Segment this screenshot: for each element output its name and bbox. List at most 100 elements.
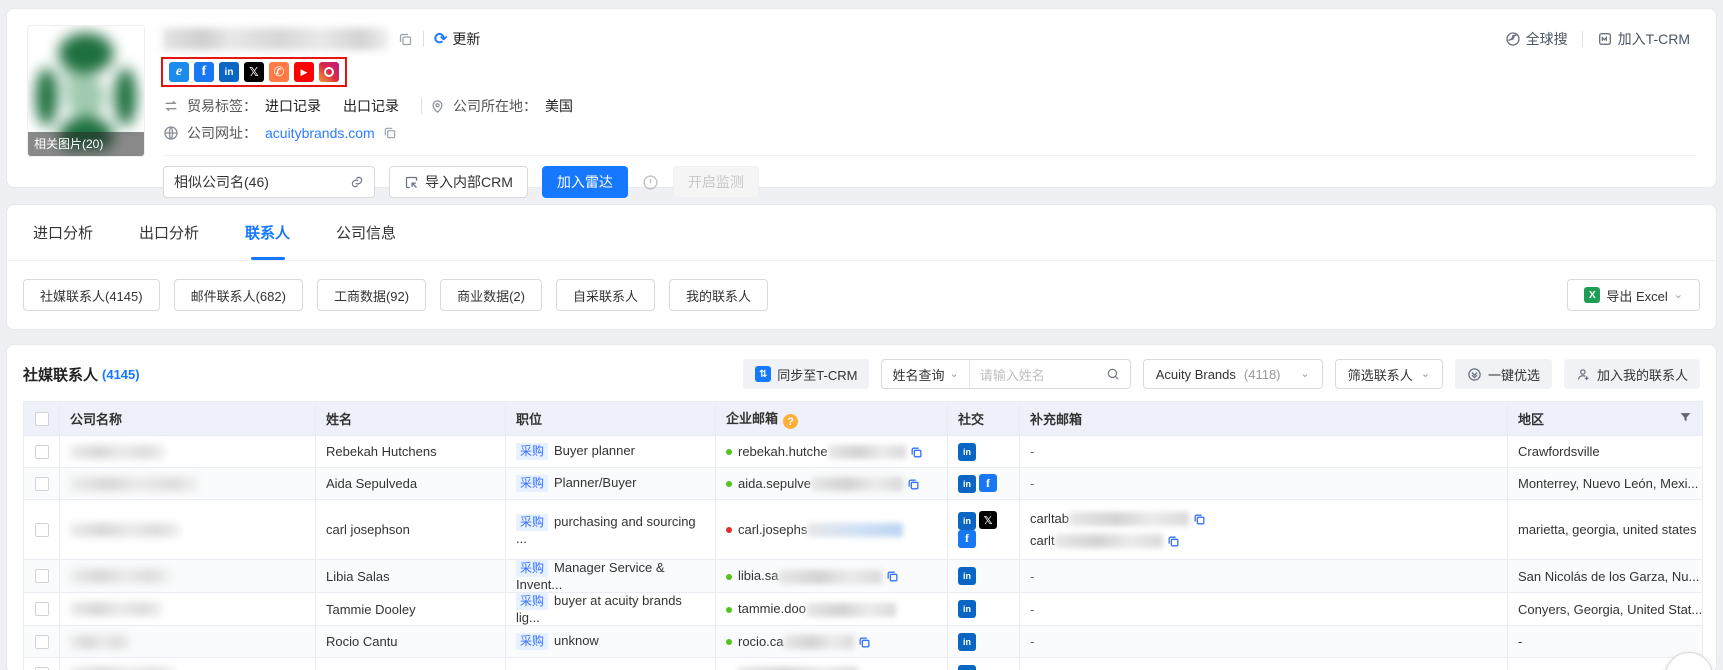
linkedin-icon[interactable]: in: [958, 665, 976, 670]
filter-social-contacts[interactable]: 社媒联系人(4145): [23, 279, 160, 311]
extra-email-prefix: carltab: [1030, 511, 1069, 526]
tab-contacts[interactable]: 联系人: [245, 205, 290, 260]
email-status-dot: [726, 481, 732, 487]
facebook-icon[interactable]: f: [194, 62, 214, 82]
ie-icon[interactable]: e: [169, 62, 189, 82]
tab-export-analysis[interactable]: 出口分析: [139, 205, 199, 260]
table-row[interactable]: Rocio Cantu 采购unknow rocio.ca in - -: [24, 626, 1703, 658]
col-email: 企业邮箱?: [716, 402, 948, 436]
one-click-select-button[interactable]: 一键优选: [1455, 359, 1552, 389]
facebook-icon[interactable]: f: [958, 530, 976, 548]
export-records-link[interactable]: 出口记录: [343, 96, 399, 116]
related-images-label[interactable]: 相关图片(20): [28, 132, 144, 156]
region: marietta, georgia, united states: [1508, 500, 1703, 560]
email-prefix: carl.josephs: [738, 522, 807, 537]
filter-commercial-data[interactable]: 商业数据(2): [440, 279, 542, 311]
row-checkbox[interactable]: [35, 667, 49, 670]
table-row[interactable]: in: [24, 658, 1703, 670]
select-all-checkbox[interactable]: [35, 412, 49, 426]
linkedin-icon[interactable]: in: [958, 443, 976, 461]
row-checkbox[interactable]: [35, 445, 49, 459]
copy-email-icon[interactable]: [910, 446, 923, 459]
export-excel-button[interactable]: X 导出 Excel ⌄: [1567, 279, 1700, 311]
enable-monitoring-button[interactable]: 开启监测: [673, 166, 759, 198]
excel-icon: X: [1584, 287, 1600, 303]
company-logo[interactable]: 相关图片(20): [27, 25, 145, 157]
contacts-section-card: 社媒联系人 (4145) ⇅ 同步至T-CRM 姓名查询 ⌄ 请输入姓名: [6, 344, 1717, 670]
info-icon[interactable]: [642, 174, 659, 191]
location-label: 公司所在地：: [453, 96, 537, 116]
tab-company-info[interactable]: 公司信息: [336, 205, 396, 260]
tabs-card: 进口分析 出口分析 联系人 公司信息 社媒联系人(4145) 邮件联系人(682…: [6, 204, 1717, 330]
linkedin-icon[interactable]: in: [219, 62, 239, 82]
x-icon[interactable]: 𝕏: [979, 511, 997, 529]
copy-company-name-icon[interactable]: [398, 32, 413, 47]
region: Monterrey, Nuevo León, Mexi...: [1508, 468, 1703, 500]
name-search-input[interactable]: 请输入姓名: [970, 360, 1130, 388]
copy-email-icon[interactable]: [858, 636, 871, 649]
linkedin-icon[interactable]: in: [958, 475, 976, 493]
email-redacted: [811, 477, 903, 491]
col-social: 社交: [948, 402, 1020, 436]
one-click-select-label: 一键优选: [1488, 365, 1540, 384]
company-redacted: [70, 667, 175, 670]
copy-website-icon[interactable]: [383, 126, 397, 140]
name-query-dropdown[interactable]: 姓名查询 ⌄: [882, 360, 969, 388]
contact-name: Rebekah Hutchens: [316, 436, 506, 468]
company-redacted: [70, 523, 180, 537]
email-prefix: tammie.doo: [738, 601, 806, 616]
role-tag: 采购: [516, 633, 548, 650]
filter-contacts-label: 筛选联系人: [1348, 365, 1413, 384]
filter-self-collected[interactable]: 自采联系人: [556, 279, 655, 311]
company-header-card: 相关图片(20) ⟳ 更新 e f in 𝕏 ✆ ▶: [6, 8, 1717, 188]
facebook-icon[interactable]: f: [979, 474, 997, 492]
table-row[interactable]: Aida Sepulveda 采购Planner/Buyer aida.sepu…: [24, 468, 1703, 500]
copy-email-icon[interactable]: [907, 478, 920, 491]
join-radar-button[interactable]: 加入雷达: [542, 166, 628, 198]
row-checkbox[interactable]: [35, 523, 49, 537]
row-checkbox[interactable]: [35, 635, 49, 649]
website-link[interactable]: acuitybrands.com: [265, 125, 375, 141]
copy-email-icon[interactable]: [886, 570, 899, 583]
import-records-link[interactable]: 进口记录: [265, 96, 321, 116]
tcrm-icon: [1597, 31, 1613, 47]
linkedin-icon[interactable]: in: [958, 633, 976, 651]
company-redacted: [70, 635, 130, 649]
add-my-contacts-button[interactable]: 加入我的联系人: [1564, 359, 1700, 389]
row-checkbox[interactable]: [35, 569, 49, 583]
youtube-icon[interactable]: ▶: [294, 62, 314, 82]
search-icon[interactable]: [1106, 367, 1120, 381]
row-checkbox[interactable]: [35, 602, 49, 616]
table-row[interactable]: Tammie Dooley 采购buyer at acuity brands l…: [24, 593, 1703, 626]
trade-swap-icon: [163, 98, 179, 114]
copy-email-icon[interactable]: [1193, 513, 1206, 526]
company-select[interactable]: Acuity Brands (4118) ⌄: [1143, 359, 1323, 389]
global-search-button[interactable]: 全球搜: [1505, 29, 1568, 49]
filter-my-contacts[interactable]: 我的联系人: [669, 279, 768, 311]
copy-email-icon[interactable]: [1167, 535, 1180, 548]
company-select-count: (4118): [1244, 367, 1281, 382]
import-internal-crm-button[interactable]: 导入内部CRM: [389, 166, 528, 198]
chevron-down-icon: ⌄: [949, 367, 958, 380]
table-row[interactable]: Libia Salas 采购Manager Service & Invent..…: [24, 560, 1703, 593]
row-checkbox[interactable]: [35, 477, 49, 491]
phone-icon[interactable]: ✆: [269, 62, 289, 82]
linkedin-icon[interactable]: in: [958, 600, 976, 618]
update-button[interactable]: ⟳ 更新: [434, 29, 480, 49]
table-row[interactable]: Rebekah Hutchens 采购Buyer planner rebekah…: [24, 436, 1703, 468]
instagram-icon[interactable]: [319, 62, 339, 82]
global-search-label: 全球搜: [1526, 29, 1568, 49]
help-icon[interactable]: ?: [783, 414, 798, 429]
table-row[interactable]: carl josephson 采购purchasing and sourcing…: [24, 500, 1703, 560]
x-icon[interactable]: 𝕏: [244, 62, 264, 82]
tab-import-analysis[interactable]: 进口分析: [33, 205, 93, 260]
filter-contacts-dropdown[interactable]: 筛选联系人 ⌄: [1335, 359, 1443, 389]
filter-business-registry[interactable]: 工商数据(92): [317, 279, 426, 311]
linkedin-icon[interactable]: in: [958, 512, 976, 530]
sync-tcrm-button[interactable]: ⇅ 同步至T-CRM: [743, 359, 869, 389]
linkedin-icon[interactable]: in: [958, 567, 976, 585]
similar-companies-dropdown[interactable]: 相似公司名(46): [163, 166, 375, 198]
filter-funnel-icon[interactable]: [1679, 411, 1692, 424]
join-tcrm-button[interactable]: 加入T-CRM: [1597, 29, 1690, 49]
filter-email-contacts[interactable]: 邮件联系人(682): [174, 279, 303, 311]
